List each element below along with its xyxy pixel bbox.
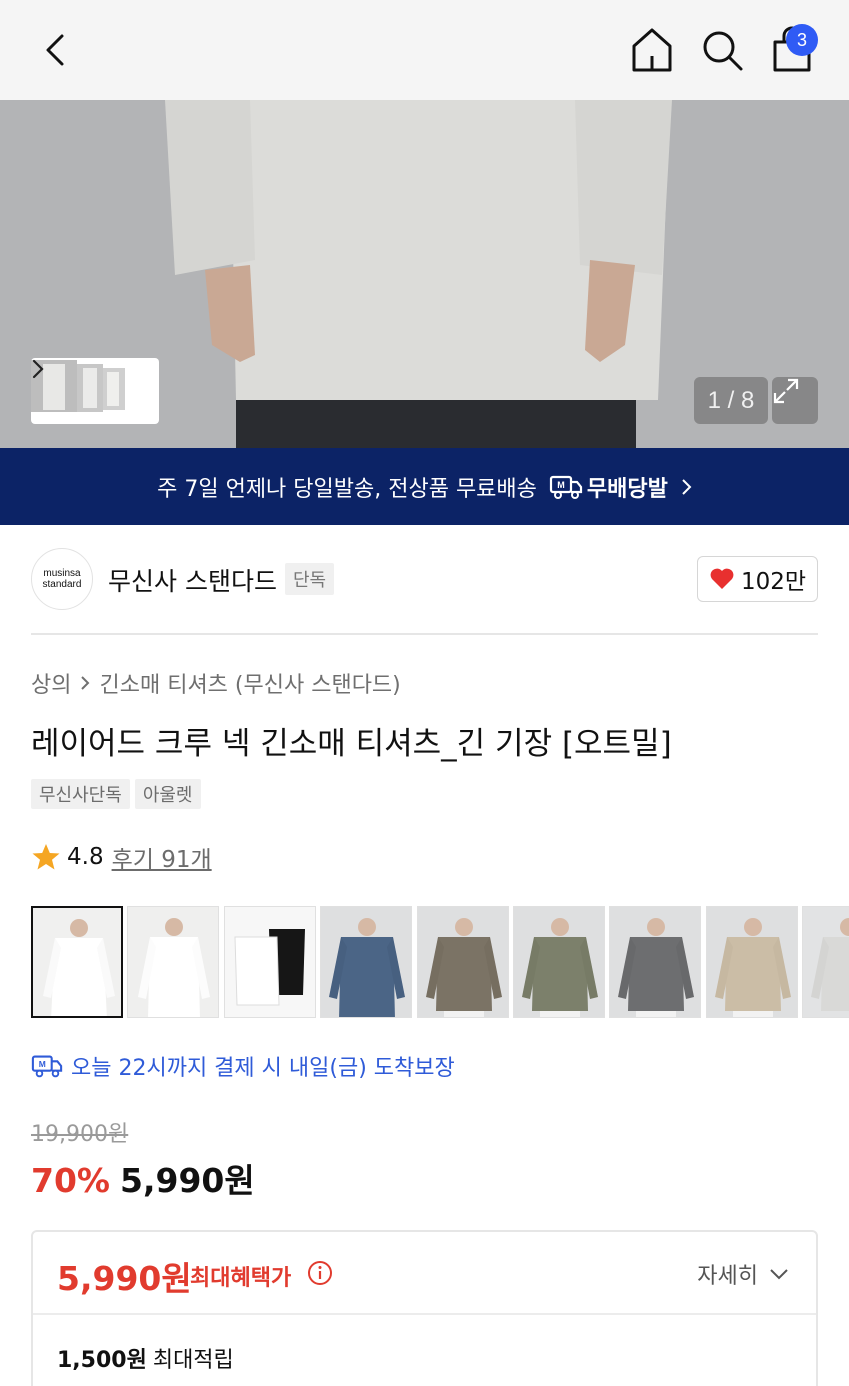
search-icon	[703, 31, 743, 71]
brand-name[interactable]: 무신사 스탠다드	[108, 562, 277, 598]
search-button[interactable]	[696, 24, 748, 76]
top-navigation-bar: 3	[0, 0, 849, 100]
breadcrumb-item-subcategory[interactable]: 긴소매 티셔츠 (무신사 스탠다드)	[99, 667, 400, 699]
delivery-guarantee[interactable]: M 오늘 22시까지 결제 시 내일(금) 도착보장	[31, 1050, 455, 1082]
max-benefit-price: 5,990원	[57, 1259, 192, 1298]
breadcrumb: 상의 긴소매 티셔츠 (무신사 스탠다드)	[31, 667, 401, 699]
heart-icon	[710, 568, 734, 589]
banner-text: 주 7일 언제나 당일발송, 전상품 무료배송	[157, 476, 537, 502]
color-swatch[interactable]	[417, 906, 509, 1018]
rating-value: 4.8	[67, 844, 104, 870]
delivery-guarantee-text: 오늘 22시까지 결제 시 내일(금) 도착보장	[71, 1056, 455, 1081]
chevron-right-icon	[32, 359, 44, 379]
max-benefit-box: 5,990원 최대혜택가 자세히 1,500원 최대적립	[31, 1230, 818, 1386]
exclusive-badge: 단독	[285, 563, 335, 595]
brand-row: musinsa standard 무신사 스탠다드 단독 102만	[31, 548, 818, 610]
detail-toggle-button[interactable]: 자세히	[697, 1258, 790, 1290]
chevron-down-icon	[770, 1269, 788, 1280]
delivery-truck-icon: M	[549, 475, 583, 499]
points-amount: 1,500원	[57, 1348, 147, 1373]
swatch-image	[803, 907, 849, 1017]
expand-icon	[773, 378, 799, 404]
gallery-thumbnails	[31, 360, 125, 412]
info-icon[interactable]	[307, 1260, 333, 1286]
expand-image-button[interactable]	[772, 377, 818, 424]
chevron-left-icon	[46, 34, 64, 66]
image-counter: 1 / 8	[694, 377, 768, 424]
swatch-image	[33, 908, 121, 1016]
gallery-thumbnail-strip[interactable]	[31, 358, 159, 424]
banner-service: M 무배당발	[549, 471, 668, 503]
like-count: 102만	[740, 569, 807, 595]
home-button[interactable]	[626, 24, 678, 76]
color-swatch[interactable]	[127, 906, 219, 1018]
free-delivery-banner[interactable]: 주 7일 언제나 당일발송, 전상품 무료배송 M 무배당발	[0, 448, 849, 525]
product-tags: 무신사단독 아울렛	[31, 779, 201, 809]
cart-count-badge: 3	[786, 24, 818, 56]
color-swatch[interactable]	[320, 906, 412, 1018]
svg-text:M: M	[557, 480, 565, 490]
max-points-row: 1,500원 최대적립	[57, 1342, 234, 1374]
banner-service-label: 무배당발	[586, 476, 668, 502]
home-icon	[632, 28, 672, 72]
swatch-image	[707, 907, 797, 1017]
detail-label: 자세히	[697, 1264, 758, 1289]
tag-outlet: 아울렛	[134, 779, 201, 809]
swatch-image	[321, 907, 411, 1017]
brand-logo-line1: musinsa	[43, 568, 81, 579]
sale-price: 5,990원	[120, 1161, 255, 1200]
color-swatch[interactable]	[706, 906, 798, 1018]
back-button[interactable]	[30, 25, 80, 75]
color-swatch[interactable]	[802, 906, 849, 1018]
max-benefit-label: 최대혜택가	[190, 1266, 292, 1291]
color-swatch[interactable]	[513, 906, 605, 1018]
rating-row: 4.8 후기 91개	[31, 840, 212, 874]
svg-text:M: M	[39, 1059, 46, 1069]
chevron-right-icon	[81, 676, 90, 690]
swatch-image	[418, 907, 508, 1017]
breadcrumb-item-category[interactable]: 상의	[31, 667, 71, 699]
swatch-image	[610, 907, 700, 1017]
star-icon	[32, 844, 60, 870]
color-swatch[interactable]	[609, 906, 701, 1018]
price-row: 70% 5,990원	[31, 1154, 255, 1202]
points-label: 최대적립	[152, 1348, 234, 1373]
brand-logo-line2: standard	[42, 579, 82, 590]
color-swatch[interactable]	[224, 906, 316, 1018]
tag-exclusive: 무신사단독	[31, 779, 130, 809]
product-title: 레이어드 크루 넥 긴소매 티셔츠_긴 기장 [오트밀]	[31, 726, 672, 762]
original-price: 19,900원	[31, 1122, 129, 1147]
swatch-image	[128, 907, 218, 1017]
color-swatch-list	[31, 906, 849, 1018]
review-link[interactable]: 후기 91개	[112, 840, 212, 874]
benefit-header: 5,990원 최대혜택가 자세히	[33, 1232, 816, 1315]
chevron-right-icon	[682, 478, 692, 495]
divider	[31, 633, 818, 635]
color-swatch[interactable]	[31, 906, 123, 1018]
discount-rate: 70%	[31, 1161, 110, 1200]
delivery-truck-icon: M	[31, 1055, 63, 1078]
brand-logo[interactable]: musinsa standard	[31, 548, 93, 610]
swatch-image	[225, 907, 315, 1017]
product-image-gallery[interactable]: 1 / 8	[0, 100, 849, 448]
swatch-image	[514, 907, 604, 1017]
like-button[interactable]: 102만	[697, 556, 818, 602]
